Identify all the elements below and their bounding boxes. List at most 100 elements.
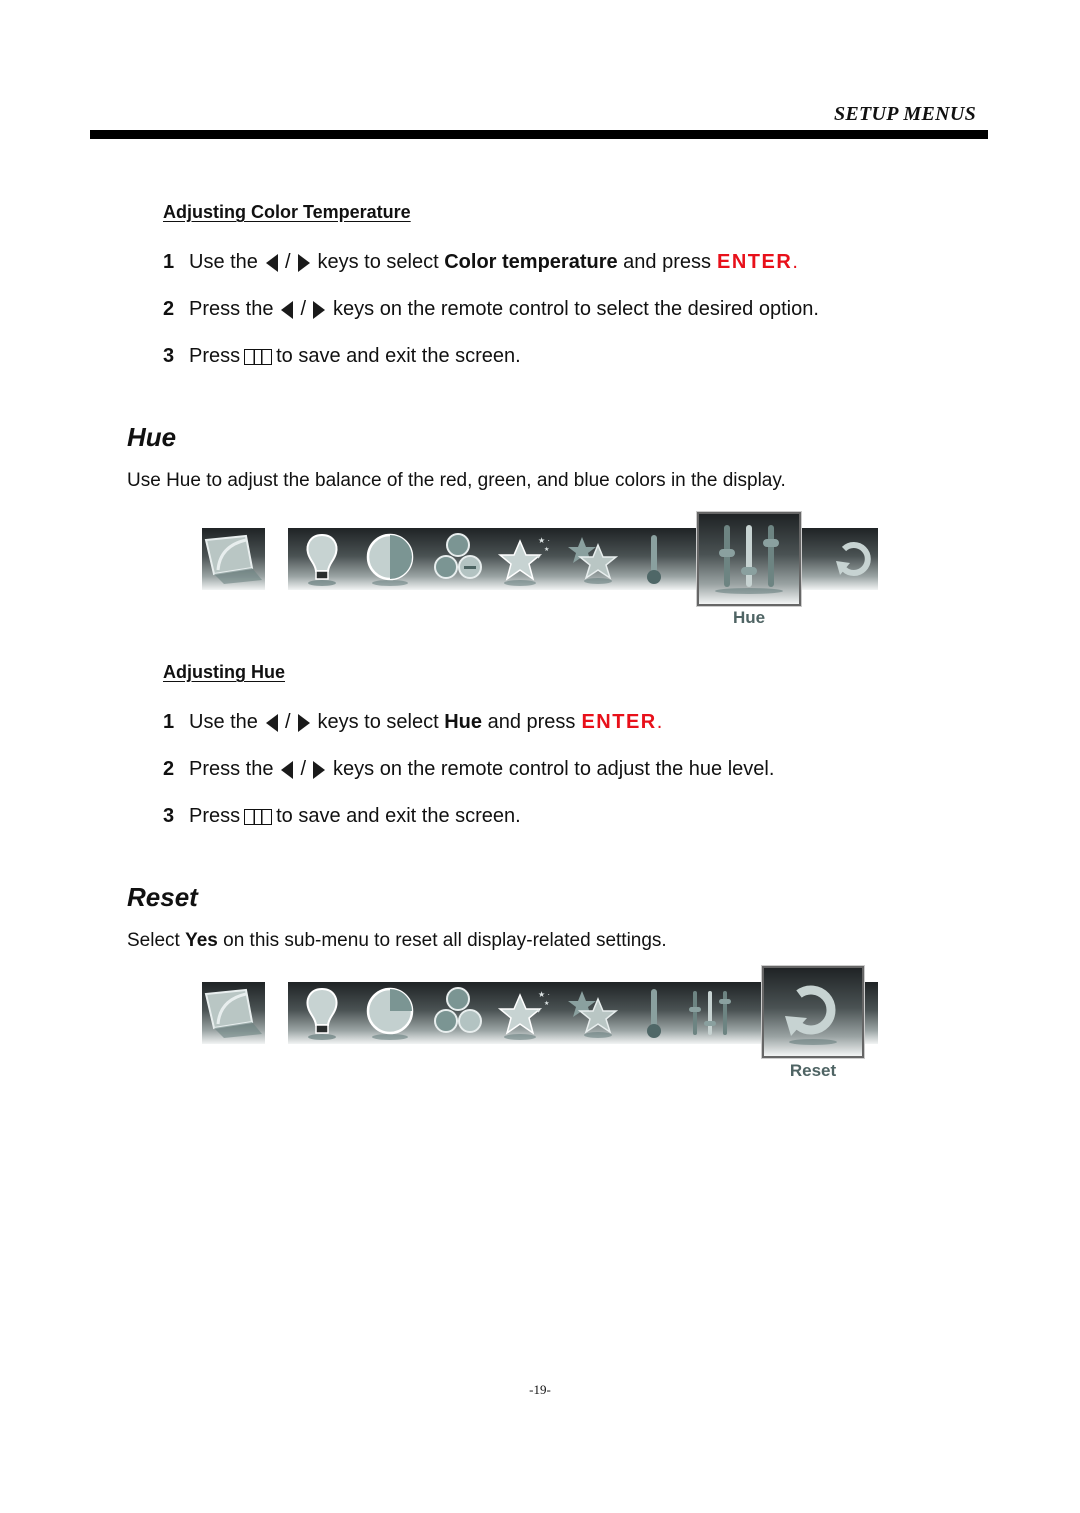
step-text: and press	[487, 711, 576, 733]
sharpness-menu-item[interactable]: ★ · ★ ✦	[492, 528, 560, 590]
step-text: to save and exit the screen.	[276, 805, 521, 827]
contrast-menu-item[interactable]	[356, 982, 424, 1044]
step-number: 3	[163, 345, 175, 367]
svg-text:★ ·: ★ ·	[538, 536, 550, 545]
enter-key-label: ENTER.	[581, 711, 664, 733]
hue-step-2: 2 Press the / keys on the remote control…	[163, 758, 774, 781]
contrast-menu-item[interactable]	[356, 528, 424, 590]
svg-text:★: ★	[544, 546, 549, 553]
hue-section-title: Hue	[127, 422, 177, 452]
reset-menu-item-label: Reset	[789, 1061, 837, 1080]
step-text: keys to select	[317, 711, 439, 733]
hue-menu-item-selected[interactable]	[696, 511, 802, 607]
advanced-menu-item[interactable]	[560, 528, 628, 590]
menu-item-name: Color temperature	[444, 251, 618, 273]
hue-sliders-icon	[689, 991, 731, 1035]
sharpness-star-icon: ★ · ★ ✦	[497, 990, 550, 1040]
step-text: Press the	[189, 758, 274, 780]
step-number: 2	[163, 298, 175, 320]
svg-text:★: ★	[544, 1000, 549, 1007]
hue-description: Use Hue to adjust the balance of the red…	[127, 470, 786, 491]
left-arrow-key-icon	[281, 300, 294, 319]
contrast-circle-icon	[366, 533, 414, 586]
color-menu-item[interactable]	[424, 528, 492, 590]
hue-menu-item[interactable]	[680, 982, 740, 1044]
picture-mode-icon	[204, 534, 262, 584]
slash: /	[300, 758, 307, 780]
step-number: 3	[163, 805, 175, 827]
sharpness-star-icon: ★ · ★ ✦	[497, 536, 550, 586]
menu-key-icon	[244, 808, 273, 825]
right-arrow-key-icon	[297, 713, 310, 732]
menu-item-name: Hue	[444, 711, 483, 733]
slash: /	[284, 251, 291, 273]
picture-mode-tile	[202, 528, 265, 590]
brightness-menu-item[interactable]	[288, 528, 356, 590]
hue-menu-item-label: Hue	[732, 608, 766, 627]
step-text: Press the	[189, 298, 274, 320]
reset-menu-item-selected[interactable]	[761, 965, 865, 1059]
color-temp-step-1: 1 Use the / keys to select Color tempera…	[163, 251, 799, 274]
step-number: 1	[163, 251, 175, 273]
color-menu-item[interactable]	[424, 982, 492, 1044]
reset-desc-text: Select	[127, 930, 180, 951]
step-text: Press	[189, 345, 241, 367]
reset-section-title: Reset	[127, 882, 198, 912]
left-arrow-key-icon	[265, 713, 278, 732]
step-text: Use the	[189, 251, 258, 273]
menu-key-icon	[244, 348, 273, 365]
step-text: Press	[189, 805, 241, 827]
color-temperature-menu-item[interactable]	[628, 528, 680, 590]
right-arrow-key-icon	[313, 300, 326, 319]
color-temp-step-2: 2 Press the / keys on the remote control…	[163, 298, 819, 321]
color-balls-icon	[434, 987, 482, 1033]
left-arrow-key-icon	[281, 760, 294, 779]
left-arrow-key-icon	[265, 253, 278, 272]
reset-menu-item[interactable]	[820, 528, 888, 590]
color-temp-step-3: 3 Press to save and exit the screen.	[163, 345, 521, 368]
page-number: -19-	[529, 1382, 551, 1397]
reset-icon	[785, 985, 837, 1045]
advanced-menu-item[interactable]	[560, 982, 628, 1044]
color-balls-icon	[434, 533, 482, 579]
step-text: keys on the remote control to select the…	[333, 298, 819, 320]
thermometer-icon	[647, 989, 661, 1038]
enter-key-label: ENTER.	[717, 251, 800, 273]
svg-text:✦: ✦	[536, 1008, 541, 1015]
step-number: 2	[163, 758, 175, 780]
adjusting-hue-heading: Adjusting Hue	[163, 662, 285, 682]
slash: /	[300, 298, 307, 320]
hue-step-3: 3 Press to save and exit the screen.	[163, 805, 521, 828]
step-text: Use the	[189, 711, 258, 733]
sharpness-menu-item[interactable]: ★ · ★ ✦	[492, 982, 560, 1044]
contrast-circle-icon	[366, 987, 414, 1040]
reset-icon	[836, 542, 871, 576]
header-divider	[90, 130, 988, 139]
thermometer-icon	[647, 535, 661, 584]
star-pair-icon	[568, 537, 619, 584]
picture-mode-tile	[202, 982, 265, 1044]
section-header-title: SETUP MENUS	[833, 103, 976, 125]
right-arrow-key-icon	[297, 253, 310, 272]
picture-mode-icon	[204, 988, 262, 1038]
step-text: to save and exit the screen.	[276, 345, 521, 367]
step-number: 1	[163, 711, 175, 733]
svg-text:✦: ✦	[536, 554, 541, 561]
reset-description: Select Yes on this sub-menu to reset all…	[127, 930, 667, 952]
reset-desc-text: on this sub-menu to reset all display-re…	[223, 930, 667, 951]
step-text: keys on the remote control to adjust the…	[333, 758, 775, 780]
svg-text:★ ·: ★ ·	[538, 990, 550, 999]
step-text: keys to select	[317, 251, 439, 273]
slash: /	[284, 711, 291, 733]
reset-desc-bold: Yes	[185, 930, 218, 951]
brightness-bulb-icon	[306, 987, 338, 1040]
hue-sliders-icon	[715, 525, 783, 594]
step-text: and press	[623, 251, 712, 273]
color-temperature-menu-item[interactable]	[628, 982, 680, 1044]
brightness-bulb-icon	[306, 533, 338, 586]
right-arrow-key-icon	[313, 760, 326, 779]
hue-step-1: 1 Use the / keys to select Hue and press…	[163, 711, 664, 734]
star-pair-icon	[568, 991, 619, 1038]
brightness-menu-item[interactable]	[288, 982, 356, 1044]
color-temp-heading: Adjusting Color Temperature	[163, 202, 411, 222]
